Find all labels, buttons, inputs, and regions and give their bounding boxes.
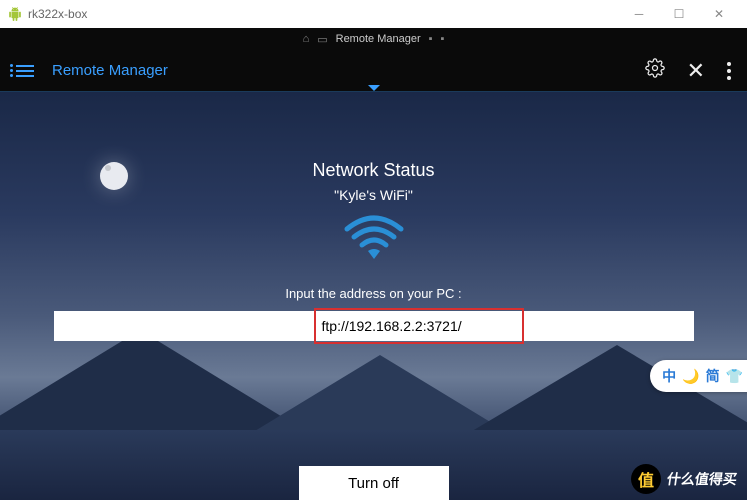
status-bar-title: Remote Manager [336, 33, 421, 45]
main-content: Network Status "Kyle's WiFi" Input the a… [0, 92, 747, 500]
more-icon[interactable] [727, 62, 731, 80]
address-highlight-box: ftp://192.168.2.2:3721/ [314, 308, 524, 344]
android-icon [8, 7, 22, 21]
menu-icon[interactable] [16, 65, 34, 77]
window-titlebar: rk322x-box ─ ☐ ✕ [0, 0, 747, 28]
close-icon[interactable]: ✕ [687, 58, 705, 84]
android-status-bar: ⌂ ▭ Remote Manager ▪ ▪ [0, 28, 747, 50]
home-icon: ⌂ [303, 33, 310, 45]
chat-icon: ▪ [429, 33, 433, 45]
ime-moon-icon[interactable]: 🌙 [682, 368, 699, 385]
network-status-label: Network Status [312, 160, 434, 181]
minimize-button[interactable]: ─ [619, 0, 659, 28]
settings-icon[interactable] [645, 58, 665, 83]
wifi-name: "Kyle's WiFi" [334, 187, 413, 203]
watermark-text: 什么值得买 [666, 469, 739, 489]
ftp-address: ftp://192.168.2.2:3721/ [322, 318, 462, 334]
center-panel: Network Status "Kyle's WiFi" Input the a… [0, 160, 747, 341]
ime-floating-bar[interactable]: 中 🌙 简 👕 [650, 360, 747, 392]
ime-simplified-toggle[interactable]: 简 [706, 366, 720, 386]
address-bar[interactable]: ftp://192.168.2.2:3721/ [54, 311, 694, 341]
input-instruction-label: Input the address on your PC : [285, 286, 461, 301]
turn-off-button[interactable]: Turn off [299, 466, 449, 500]
watermark-badge: 值 [631, 464, 661, 494]
ime-skin-icon[interactable]: 👕 [726, 368, 743, 385]
window-controls: ─ ☐ ✕ [619, 0, 739, 28]
maximize-button[interactable]: ☐ [659, 0, 699, 28]
ime-lang-toggle[interactable]: 中 [662, 366, 676, 386]
close-window-button[interactable]: ✕ [699, 0, 739, 28]
app-bar: Remote Manager ✕ [0, 50, 747, 92]
app-title: Remote Manager [52, 62, 645, 79]
dropdown-arrow-icon[interactable] [368, 85, 380, 91]
window-title: rk322x-box [28, 7, 619, 21]
wifi-icon [344, 215, 404, 268]
misc-icon: ▪ [441, 33, 445, 45]
window-icon: ▭ [317, 33, 327, 46]
watermark: 值 什么值得买 [631, 464, 737, 494]
